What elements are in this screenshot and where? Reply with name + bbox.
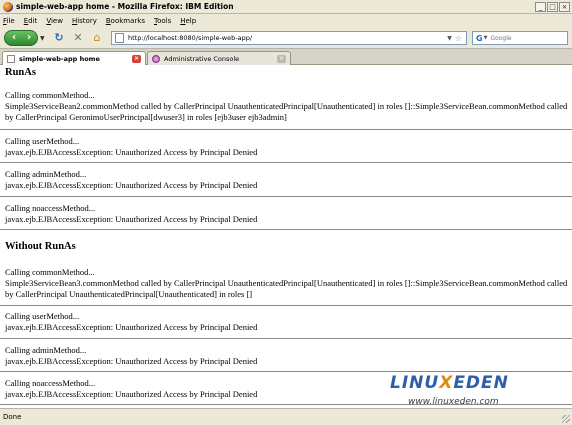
close-button[interactable]: × [559,1,570,12]
menu-bar: File Edit View History Bookmarks Tools H… [0,14,572,27]
menu-history[interactable]: History [72,17,97,25]
url-dropdown-icon[interactable]: ▼ [447,35,452,42]
call-line: Calling commonMethod... [5,267,95,277]
section-heading-runas: RunAs [5,67,36,78]
watermark-url: www.linuxeden.com [408,397,499,407]
page-favicon-icon [115,33,124,43]
window-controls: _ □ × [535,1,570,12]
call-line: Calling noaccessMethod... [5,203,96,213]
search-bar[interactable]: G ▼ [472,31,568,45]
search-input[interactable] [490,34,551,42]
result-line: javax.ejb.EJBAccessException: Unauthoriz… [5,214,258,224]
result-line: javax.ejb.EJBAccessException: Unauthoriz… [5,322,258,332]
watermark-logo: LINUXEDEN [390,373,509,393]
result-line: Simple3ServiceBean3.commonMethod called … [5,278,568,288]
back-forward-group: ‹ › [4,30,38,46]
result-line: Simple3ServiceBean2.commonMethod called … [5,101,568,111]
call-line: Calling userMethod... [5,136,80,146]
divider [0,196,572,197]
result-line: javax.ejb.EJBAccessException: Unauthoriz… [5,147,258,157]
menu-help[interactable]: Help [180,17,196,25]
result-line: by CallerPrincipal GeronimoUserPrincipal… [5,112,287,122]
menu-view[interactable]: View [46,17,63,25]
status-bar: Done [0,408,572,425]
tab-label: Administrative Console [164,54,240,63]
close-tab-icon[interactable]: × [277,54,286,63]
menu-tools[interactable]: Tools [154,17,171,25]
tab-simple-web-app[interactable]: simple-web-app home × [2,51,146,66]
call-line: Calling commonMethod... [5,90,95,100]
divider [0,229,572,230]
minimize-button[interactable]: _ [535,1,546,12]
divider [0,371,572,372]
history-dropdown-icon[interactable]: ▼ [40,35,45,42]
divider [0,162,572,163]
window-title: simple-web-app home - Mozilla Firefox: I… [16,2,234,11]
url-text[interactable]: http://localhost:8080/simple-web-app/ [128,34,447,42]
tab-administrative-console[interactable]: Administrative Console × [147,51,291,65]
divider [0,129,572,130]
call-line: Calling adminMethod... [5,169,87,179]
resize-grip-icon[interactable] [562,415,570,423]
forward-icon[interactable]: › [22,31,36,45]
divider [0,338,572,339]
linuxeden-watermark: LINUXEDEN www.linuxeden.com [390,373,570,413]
result-line: javax.ejb.EJBAccessException: Unauthoriz… [5,389,258,399]
window-titlebar[interactable]: simple-web-app home - Mozilla Firefox: I… [0,0,572,14]
firefox-logo-icon [3,1,13,12]
stop-icon[interactable]: ✕ [71,31,85,45]
page-content: RunAs Calling commonMethod... Simple3Ser… [0,65,572,408]
menu-bookmarks[interactable]: Bookmarks [106,17,145,25]
home-icon[interactable]: ⌂ [90,31,104,45]
console-favicon-icon [152,54,160,63]
page-favicon-icon [7,55,15,63]
tab-strip: simple-web-app home × Administrative Con… [0,50,572,66]
result-line: javax.ejb.EJBAccessException: Unauthoriz… [5,180,258,190]
status-text: Done [3,413,22,421]
search-engine-dropdown-icon[interactable]: ▼ [484,35,488,41]
navigation-toolbar: ‹ › ▼ ↻ ✕ ⌂ http://localhost:8080/simple… [0,27,572,49]
tab-label: simple-web-app home [19,55,100,63]
close-tab-icon[interactable]: × [132,55,141,63]
section-heading-without-runas: Without RunAs [5,241,76,252]
result-line: by CallerPrincipal UnauthenticatedPrinci… [5,289,253,299]
url-bar[interactable]: http://localhost:8080/simple-web-app/ ▼ … [111,31,467,45]
maximize-button[interactable]: □ [547,1,558,12]
google-icon[interactable]: G [476,34,483,43]
star-icon[interactable]: ☆ [455,34,462,43]
back-icon[interactable]: ‹ [7,31,21,45]
menu-file[interactable]: File [3,17,15,25]
reload-icon[interactable]: ↻ [52,31,66,45]
call-line: Calling adminMethod... [5,345,87,355]
divider [0,305,572,306]
result-line: javax.ejb.EJBAccessException: Unauthoriz… [5,356,258,366]
menu-edit[interactable]: Edit [24,17,38,25]
call-line: Calling noaccessMethod... [5,378,96,388]
call-line: Calling userMethod... [5,311,80,321]
